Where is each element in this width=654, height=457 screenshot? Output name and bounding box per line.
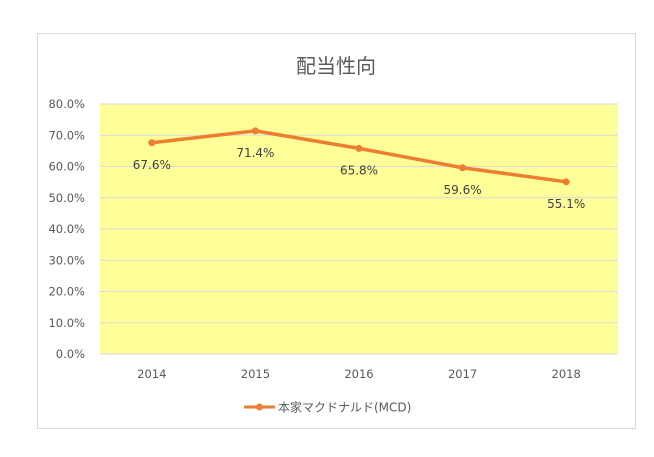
- plot-area: 0.0% 10.0% 20.0% 30.0% 40.0% 50.0% 60.0% 70.0% 8…: [48, 97, 618, 381]
- data-label: 65.8%: [340, 163, 378, 177]
- data-label: 67.6%: [133, 158, 171, 172]
- data-label: 55.1%: [547, 197, 585, 211]
- data-label: 59.6%: [444, 183, 482, 197]
- y-tick-label: 80.0%: [48, 97, 85, 111]
- y-tick-label: 50.0%: [48, 191, 85, 205]
- x-tick-label: 2018: [552, 367, 581, 381]
- y-tick-label: 70.0%: [48, 128, 85, 142]
- y-tick-label: 20.0%: [48, 285, 85, 299]
- data-point: [251, 127, 259, 135]
- data-point: [459, 164, 467, 172]
- x-tick-label: 2014: [137, 367, 166, 381]
- x-tick-label: 2016: [344, 367, 373, 381]
- data-point: [148, 139, 156, 147]
- legend-point-marker: [256, 403, 263, 411]
- x-tick-label: 2015: [241, 367, 270, 381]
- y-tick-label: 30.0%: [48, 253, 85, 267]
- y-tick-label: 0.0%: [56, 347, 85, 361]
- y-tick-label: 40.0%: [48, 222, 85, 236]
- y-tick-label: 60.0%: [48, 160, 85, 174]
- data-point: [562, 178, 570, 186]
- chart-title: 配当性向: [296, 54, 376, 78]
- legend-label: 本家マクドナルド(MCD): [278, 400, 411, 415]
- x-tick-label: 2017: [448, 367, 477, 381]
- data-label: 71.4%: [236, 146, 274, 160]
- data-point: [355, 144, 363, 152]
- y-tick-label: 10.0%: [48, 316, 85, 330]
- legend: 本家マクドナルド(MCD): [244, 400, 411, 415]
- line-chart: 配当性向 0.0% 10.0% 20.0% 30.0% 40.0% 50.0% 60.0% 7…: [48, 54, 618, 415]
